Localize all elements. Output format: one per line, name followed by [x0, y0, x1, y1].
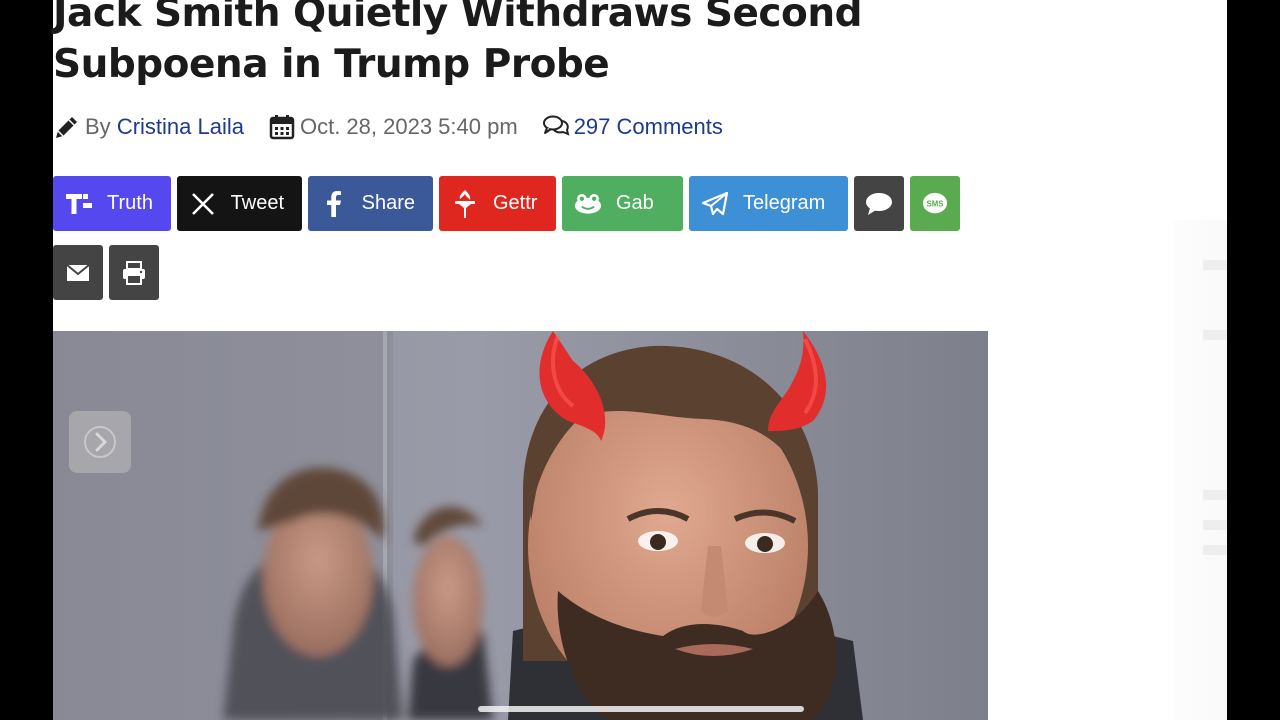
- sidebar-edge: [1173, 220, 1227, 720]
- gettr-share-button[interactable]: Gettr: [439, 176, 556, 231]
- home-indicator[interactable]: [478, 706, 804, 712]
- chevron-right-icon: [84, 426, 116, 458]
- gettr-icon: [451, 189, 479, 218]
- share-label: Share: [361, 192, 415, 214]
- gab-label: Gab: [616, 192, 654, 214]
- article-photo: [53, 331, 988, 720]
- author-link[interactable]: Cristina Laila: [117, 114, 244, 140]
- article-meta: By Cristina Laila Oct. 28, 2023 5:40 pm …: [53, 110, 723, 144]
- by-label: By: [85, 114, 111, 139]
- share-bar: Truth Tweet Share Gettr Gab Telegram SMS: [53, 176, 960, 231]
- comment-icon: [865, 190, 893, 218]
- email-share-button[interactable]: [53, 245, 103, 300]
- next-slide-button[interactable]: [69, 411, 131, 473]
- truth-icon: [65, 190, 93, 218]
- title-line-1: Jack Smith Quietly Withdraws Second: [53, 0, 863, 36]
- email-icon: [64, 259, 92, 287]
- print-icon: [120, 259, 148, 287]
- pencil-icon: [56, 117, 77, 138]
- calendar-icon: [269, 115, 295, 140]
- facebook-icon: [320, 190, 348, 218]
- title-line-2: Subpoena in Trump Probe: [53, 42, 610, 87]
- telegram-share-button[interactable]: Telegram: [689, 176, 848, 231]
- telegram-icon: [701, 190, 729, 218]
- truth-share-button[interactable]: Truth: [53, 176, 171, 231]
- print-button[interactable]: [109, 245, 159, 300]
- comment-share-button[interactable]: [854, 176, 904, 231]
- gab-share-button[interactable]: Gab: [562, 176, 683, 231]
- facebook-share-button[interactable]: Share: [308, 176, 433, 231]
- telegram-label: Telegram: [743, 192, 826, 214]
- sms-share-button[interactable]: SMS: [910, 176, 960, 231]
- x-icon: [189, 190, 217, 218]
- sms-icon-text: SMS: [926, 199, 943, 208]
- comments-icon: [542, 115, 570, 136]
- comments-link[interactable]: 297 Comments: [574, 114, 723, 140]
- gettr-label: Gettr: [493, 192, 538, 214]
- gab-icon: [574, 190, 602, 218]
- sms-icon: SMS: [922, 191, 948, 217]
- share-bar-secondary: [53, 245, 159, 300]
- tweet-label: Tweet: [230, 192, 284, 214]
- publish-date: Oct. 28, 2023 5:40 pm: [299, 114, 518, 139]
- article-title: Jack Smith Quietly Withdraws Second Subp…: [53, 0, 1013, 90]
- article-photo-illustration: [53, 331, 988, 720]
- truth-label: Truth: [107, 192, 153, 214]
- tweet-button[interactable]: Tweet: [177, 176, 302, 231]
